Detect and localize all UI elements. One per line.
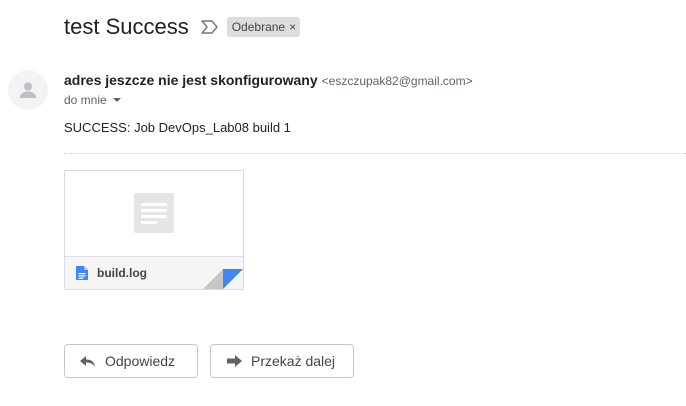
recipient-details-toggle[interactable]: do mnie — [64, 93, 121, 107]
document-icon — [75, 265, 89, 281]
inbox-label-chip[interactable]: Odebrane × — [226, 17, 301, 37]
label-chip-text: Odebrane — [231, 20, 286, 34]
reply-button[interactable]: Odpowiedz — [64, 344, 198, 378]
forward-button[interactable]: Przekaż dalej — [210, 344, 354, 378]
attachment-preview — [65, 171, 243, 257]
reply-icon — [79, 353, 97, 369]
recipient-text: do mnie — [64, 93, 107, 107]
forward-button-label: Przekaż dalej — [251, 353, 336, 369]
subject-row: test Success Odebrane × — [64, 14, 301, 40]
sender-name: adres jeszcze nie jest skonfigurowany — [64, 72, 318, 88]
attachment-card[interactable]: build.log — [64, 170, 244, 290]
email-subject: test Success — [64, 14, 189, 39]
attachment-file-name: build.log — [97, 266, 147, 280]
forward-icon — [225, 353, 243, 369]
person-icon — [20, 82, 36, 98]
attachments-divider — [64, 153, 686, 154]
chevron-down-icon — [112, 98, 121, 102]
sender-avatar — [8, 70, 48, 110]
sender-email: <eszczupak82@gmail.com> — [321, 74, 473, 88]
sender-row: adres jeszcze nie jest skonfigurowany <e… — [64, 72, 473, 88]
remove-label-icon[interactable]: × — [289, 18, 296, 36]
document-thumbnail-icon — [134, 193, 174, 233]
email-view: test Success Odebrane × adres jeszcze ni… — [0, 0, 686, 406]
attachment-type-corner-icon — [203, 269, 243, 289]
importance-marker-icon[interactable] — [201, 20, 219, 34]
reply-button-label: Odpowiedz — [105, 353, 176, 369]
email-body: SUCCESS: Job DevOps_Lab08 build 1 — [64, 120, 291, 135]
